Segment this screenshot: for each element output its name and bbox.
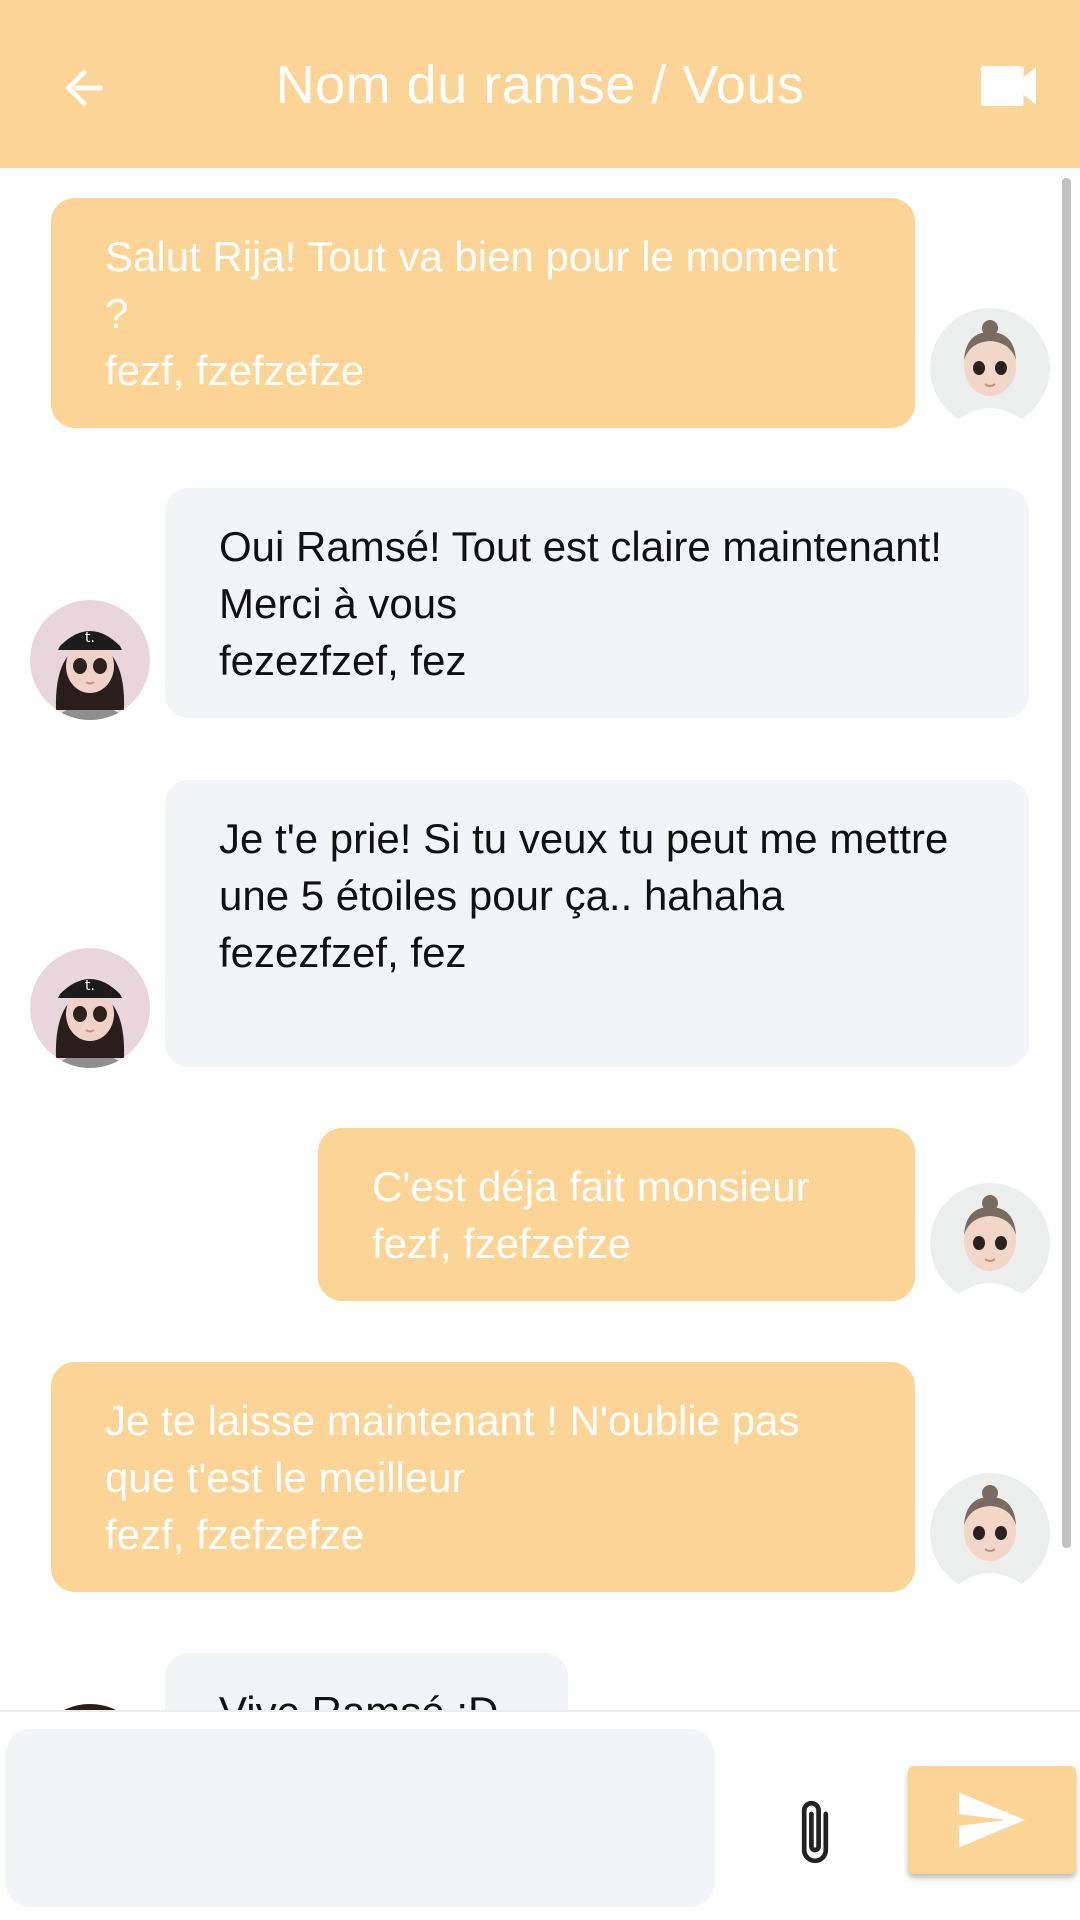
message-text: Je te laisse maintenant ! N'oublie pas q…: [105, 1397, 800, 1501]
message-bubble-incoming: Vive Ramsé :D: [165, 1653, 568, 1710]
paperclip-icon: [801, 1800, 829, 1864]
message-meta: fezf, fzefzefze: [372, 1220, 632, 1267]
message-text: Je t'e prie! Si tu veux tu peut me mettr…: [219, 815, 949, 919]
send-icon: [959, 1792, 1025, 1848]
message-text: Salut Rija! Tout va bien pour le moment …: [105, 233, 838, 337]
chat-title: Nom du ramse / Vous: [275, 55, 805, 115]
attach-button[interactable]: [780, 1787, 850, 1877]
message-list[interactable]: Salut Rija! Tout va bien pour le moment …: [0, 168, 1080, 1710]
videocam-icon: [981, 66, 1036, 106]
svg-text:t.: t.: [85, 978, 95, 994]
send-button[interactable]: [908, 1766, 1076, 1874]
avatar-them: t.: [30, 948, 150, 1068]
message-bubble-outgoing: Je te laisse maintenant ! N'oublie pas q…: [51, 1362, 915, 1592]
message-input[interactable]: [6, 1729, 714, 1907]
message-bubble-incoming: Je t'e prie! Si tu veux tu peut me mettr…: [165, 780, 1029, 1067]
message-meta: fezezfzef, fez: [219, 929, 467, 976]
message-text: C'est déja fait monsieur: [372, 1163, 810, 1210]
chat-screen: Nom du ramse / Vous Salut Rija! Tout va …: [0, 0, 1080, 1920]
video-call-button[interactable]: [975, 55, 1047, 117]
message-composer: [0, 1710, 1080, 1920]
message-meta: fezezfzef, fez: [219, 637, 467, 684]
message-meta: fezf, fzefzefze: [105, 1511, 365, 1558]
message-bubble-outgoing: C'est déja fait monsieur fezf, fzefzefze: [318, 1128, 915, 1301]
svg-text:t.: t.: [85, 630, 95, 646]
message-bubble-incoming: Oui Ramsé! Tout est claire maintenant! M…: [165, 488, 1029, 718]
avatar-me: [930, 308, 1050, 428]
avatar-them: t.: [30, 600, 150, 720]
app-header: Nom du ramse / Vous: [0, 0, 1080, 168]
message-bubble-outgoing: Salut Rija! Tout va bien pour le moment …: [51, 198, 915, 428]
avatar-me: [930, 1473, 1050, 1593]
message-meta: fezf, fzefzefze: [105, 347, 365, 394]
scrollbar[interactable]: [1062, 178, 1071, 1548]
message-text: Oui Ramsé! Tout est claire maintenant! M…: [219, 523, 942, 627]
message-text: Vive Ramsé :D: [219, 1683, 514, 1710]
avatar-me: [930, 1183, 1050, 1303]
